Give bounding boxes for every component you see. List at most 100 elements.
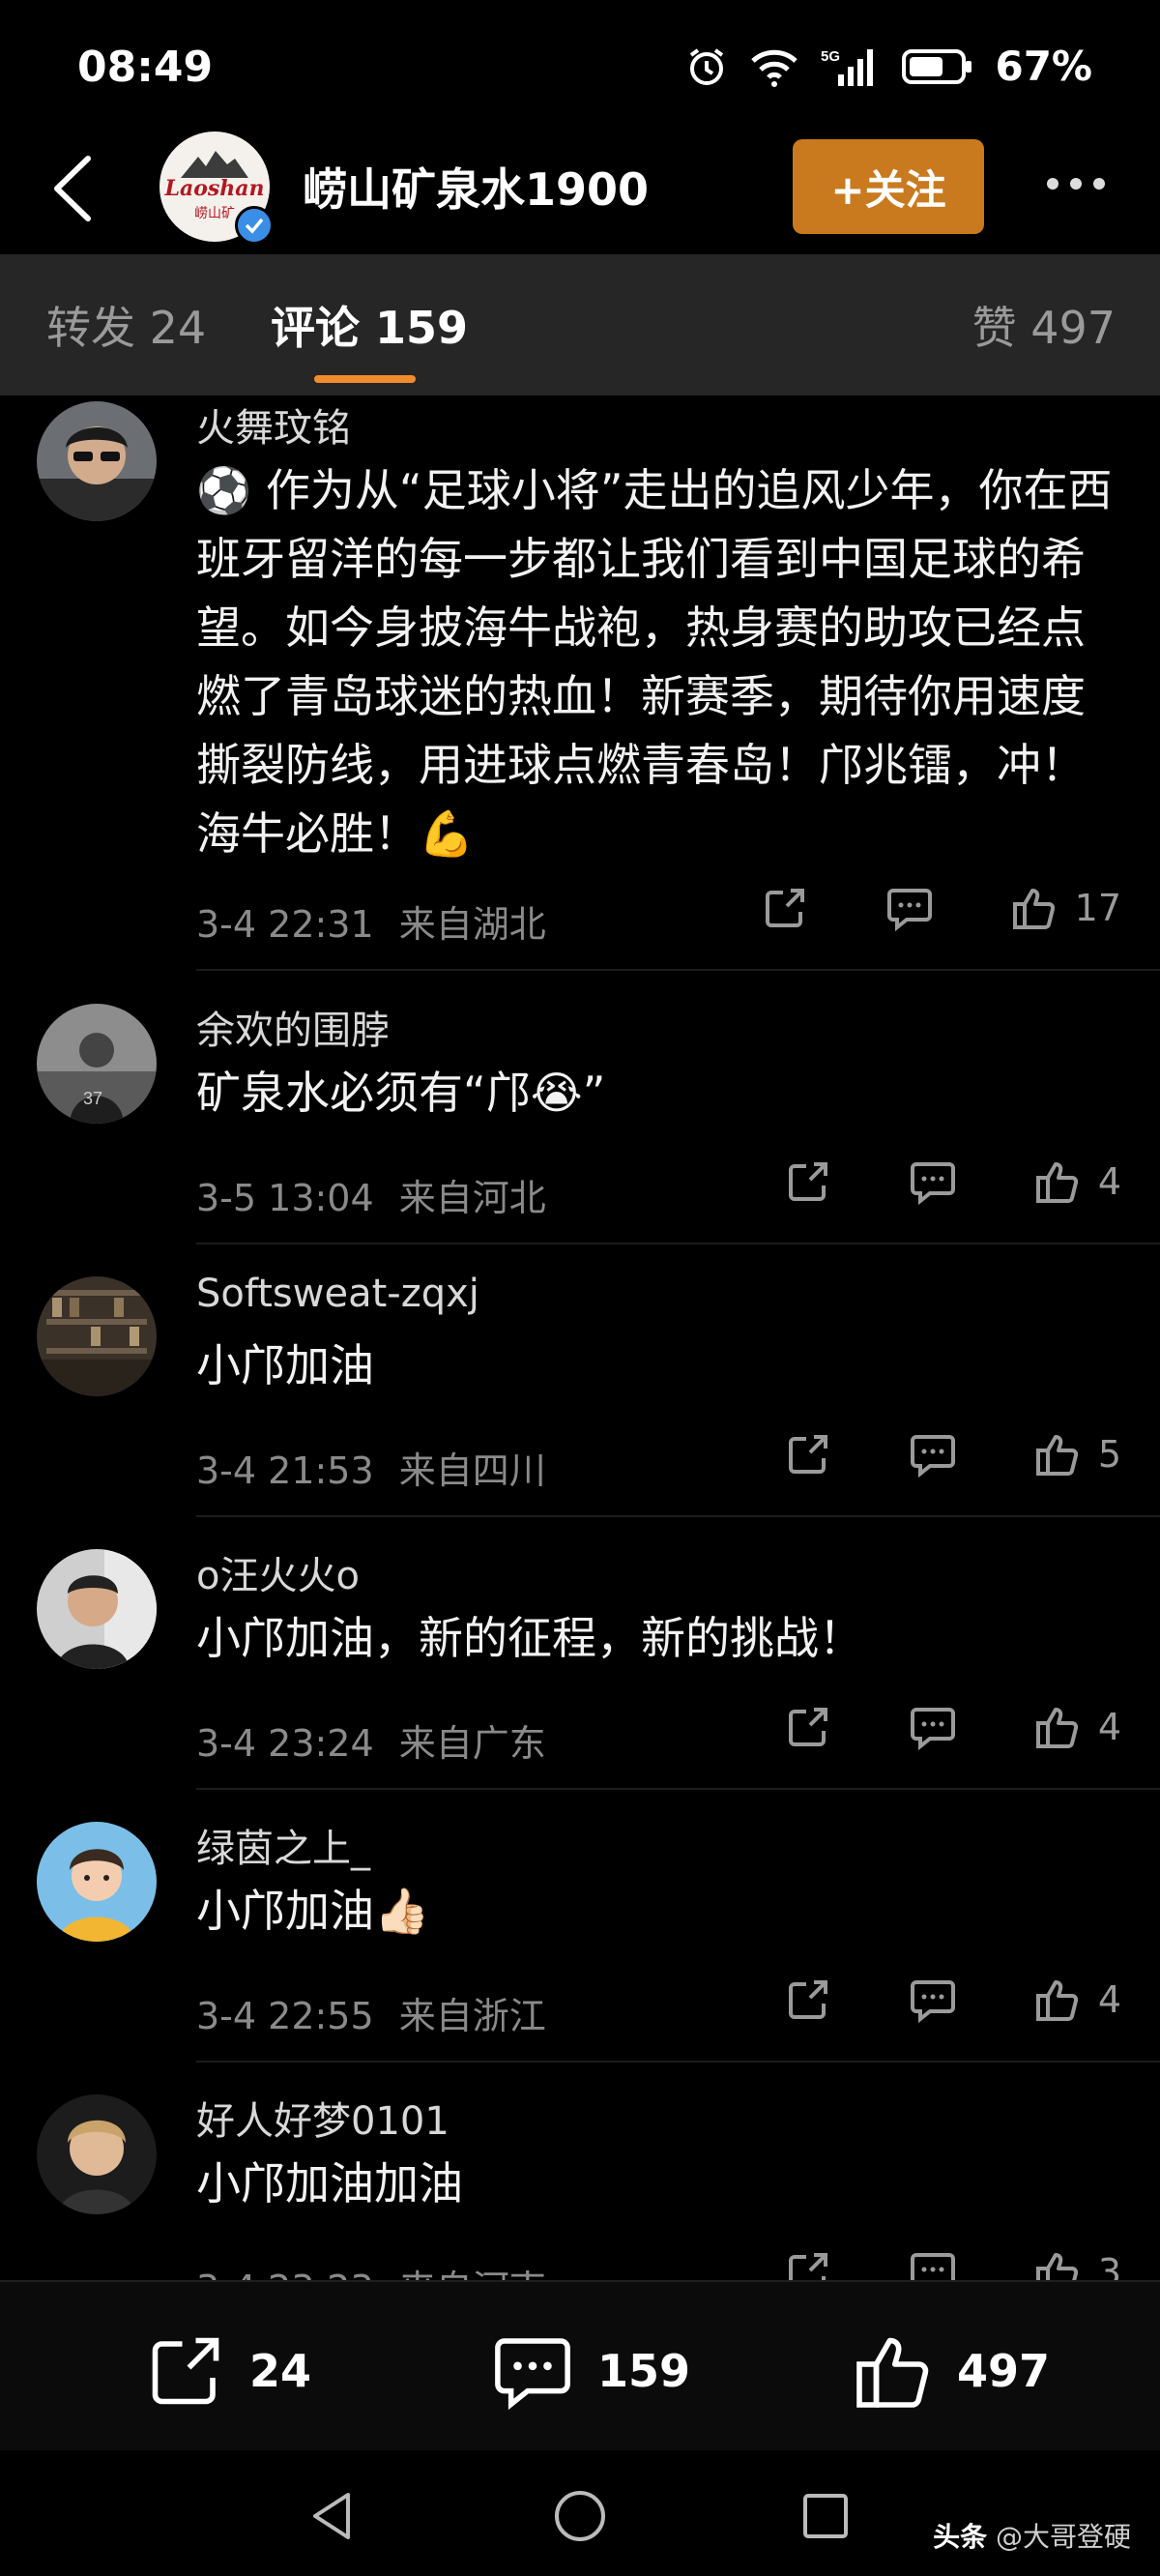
avatar[interactable] <box>37 401 157 521</box>
divider <box>196 1243 1160 1244</box>
comment-username[interactable]: 好人好梦0101 <box>196 2090 450 2146</box>
comment-meta: 3-4 21:53 来自四川 <box>196 1441 546 1494</box>
chevron-left-icon <box>54 156 91 221</box>
reply-button[interactable] <box>909 1976 957 2023</box>
comment-count: 159 <box>597 2345 691 2397</box>
share-button[interactable] <box>785 1704 831 1750</box>
follow-button[interactable]: +关注 <box>793 139 984 234</box>
like-button[interactable]: 4 <box>1034 1976 1121 2023</box>
thumbs-up-icon <box>1035 1435 1078 1476</box>
comment-username[interactable]: 火舞玟铭 <box>196 396 351 453</box>
comment-text: 小邝加油👍🏻 <box>196 1885 430 1937</box>
reply-button[interactable] <box>909 1431 957 1478</box>
more-dot-icon <box>1093 178 1105 190</box>
cellular-signal-icon: 5G <box>821 48 874 86</box>
like-button[interactable]: 3 <box>1034 2249 1121 2282</box>
watermark-author: @大哥登硬 <box>995 2521 1131 2553</box>
comment-meta: 3-4 22:31 来自湖北 <box>196 894 546 948</box>
comment-text: 小邝加油，新的征程，新的挑战！ <box>196 1612 863 1664</box>
comment-location: 来自河北 <box>398 1177 546 1219</box>
like-count: 3 <box>1097 2251 1121 2282</box>
share-icon <box>788 1162 827 1201</box>
comment-meta: 3-4 23:24 来自广东 <box>196 1713 546 1767</box>
share-button[interactable] <box>785 1431 831 1478</box>
avatar[interactable] <box>37 1276 157 1396</box>
share-button[interactable] <box>785 1158 831 1205</box>
reply-button[interactable] <box>909 1158 957 1205</box>
post-header: Laoshan 崂山矿 崂山矿泉水1900 +关注 <box>0 126 1160 251</box>
account-name[interactable]: 崂山矿泉水1900 <box>303 155 649 219</box>
more-options-button[interactable] <box>1032 155 1119 213</box>
share-button[interactable] <box>762 885 808 931</box>
avatar[interactable] <box>37 1549 157 1669</box>
avatar[interactable] <box>37 2094 157 2214</box>
like-count-total: 497 <box>957 2345 1051 2397</box>
comment-meta: 3-5 13:04 来自河北 <box>196 1168 546 1221</box>
comment-location: 来自浙江 <box>398 1995 546 2037</box>
repost-button[interactable]: 24 <box>145 2330 311 2412</box>
nav-home-button[interactable] <box>541 2477 619 2555</box>
mountain-logo-icon <box>181 151 248 178</box>
share-icon <box>788 1980 827 2019</box>
comment-icon <box>910 1162 955 1205</box>
square-recent-icon <box>803 2494 848 2538</box>
reply-button[interactable] <box>909 2249 957 2282</box>
status-icons: 5G 67% <box>685 43 1092 90</box>
comment-time: 3-4 22:55 <box>196 1995 374 2037</box>
alarm-icon <box>690 47 724 85</box>
comment-location: 来自四川 <box>398 1449 546 1492</box>
tab-likes[interactable]: 赞 497 <box>972 293 1116 357</box>
back-button[interactable] <box>29 145 116 232</box>
divider <box>196 2061 1160 2063</box>
nav-recent-apps-button[interactable] <box>787 2477 864 2555</box>
watermark: 头条 @大哥登硬 <box>933 2516 1131 2555</box>
comment-actions: 4 <box>785 1704 1121 1750</box>
comment-time: 3-4 23:24 <box>196 1722 374 1765</box>
thumbs-up-icon <box>1012 889 1055 929</box>
comment-location: 来自广东 <box>398 1722 546 1765</box>
share-icon <box>788 2253 827 2282</box>
comment-icon <box>910 1708 955 1750</box>
comment-username[interactable]: Softsweat-zqxj <box>196 1272 479 1316</box>
comment-icon <box>886 889 932 931</box>
like-count: 4 <box>1097 1978 1121 2021</box>
reply-button[interactable] <box>885 885 934 931</box>
comment-time: 3-4 22:31 <box>196 903 374 946</box>
comment-username[interactable]: 余欢的围脖 <box>196 999 390 1055</box>
comment-username[interactable]: 绿茵之上_ <box>196 1817 370 1873</box>
share-icon <box>152 2337 219 2405</box>
like-button[interactable]: 17 <box>1011 885 1121 931</box>
like-button[interactable]: 5 <box>1034 1431 1121 1478</box>
comment-text: 小邝加油 <box>196 1339 374 1391</box>
comment-icon <box>910 2253 955 2282</box>
tab-repost[interactable]: 转发 24 <box>46 293 206 357</box>
share-icon <box>788 1708 827 1746</box>
comment-text: 矿泉水必须有“邝😭” <box>196 1067 606 1119</box>
avatar[interactable] <box>37 1822 157 1942</box>
nav-back-button[interactable] <box>294 2477 371 2555</box>
reply-button[interactable] <box>909 1704 957 1750</box>
comment-username[interactable]: o汪火火o <box>196 1544 360 1600</box>
like-button[interactable]: 4 <box>1034 1158 1121 1205</box>
share-icon <box>788 1435 827 1474</box>
comment-text: 小邝加油加油 <box>196 2157 463 2210</box>
like-post-button[interactable]: 497 <box>853 2330 1050 2412</box>
more-dot-icon <box>1070 178 1082 190</box>
comment-time: 3-4 21:53 <box>196 1449 374 1492</box>
divider <box>196 1515 1160 1517</box>
share-button[interactable] <box>785 2249 831 2282</box>
share-button[interactable] <box>785 1976 831 2023</box>
like-count: 4 <box>1097 1706 1121 1748</box>
like-count: 17 <box>1074 887 1121 929</box>
like-button[interactable]: 4 <box>1034 1704 1121 1750</box>
svg-text:5G: 5G <box>821 48 840 65</box>
comment-icon <box>495 2338 570 2411</box>
battery-percent: 67% <box>995 43 1092 90</box>
tab-comments[interactable]: 评论 159 <box>271 293 468 357</box>
system-nav-bar: 头条 @大哥登硬 <box>0 2450 1160 2576</box>
battery-icon <box>902 48 972 84</box>
avatar[interactable]: 37 <box>37 1004 157 1124</box>
comment-meta: 3-4 22:55 来自浙江 <box>196 1986 546 2039</box>
comment-button[interactable]: 159 <box>491 2330 690 2412</box>
comment-list[interactable]: 火舞玟铭 ⚽ 作为从“足球小将”走出的追风少年，你在西班牙留洋的每一步都让我们看… <box>0 396 1160 2282</box>
